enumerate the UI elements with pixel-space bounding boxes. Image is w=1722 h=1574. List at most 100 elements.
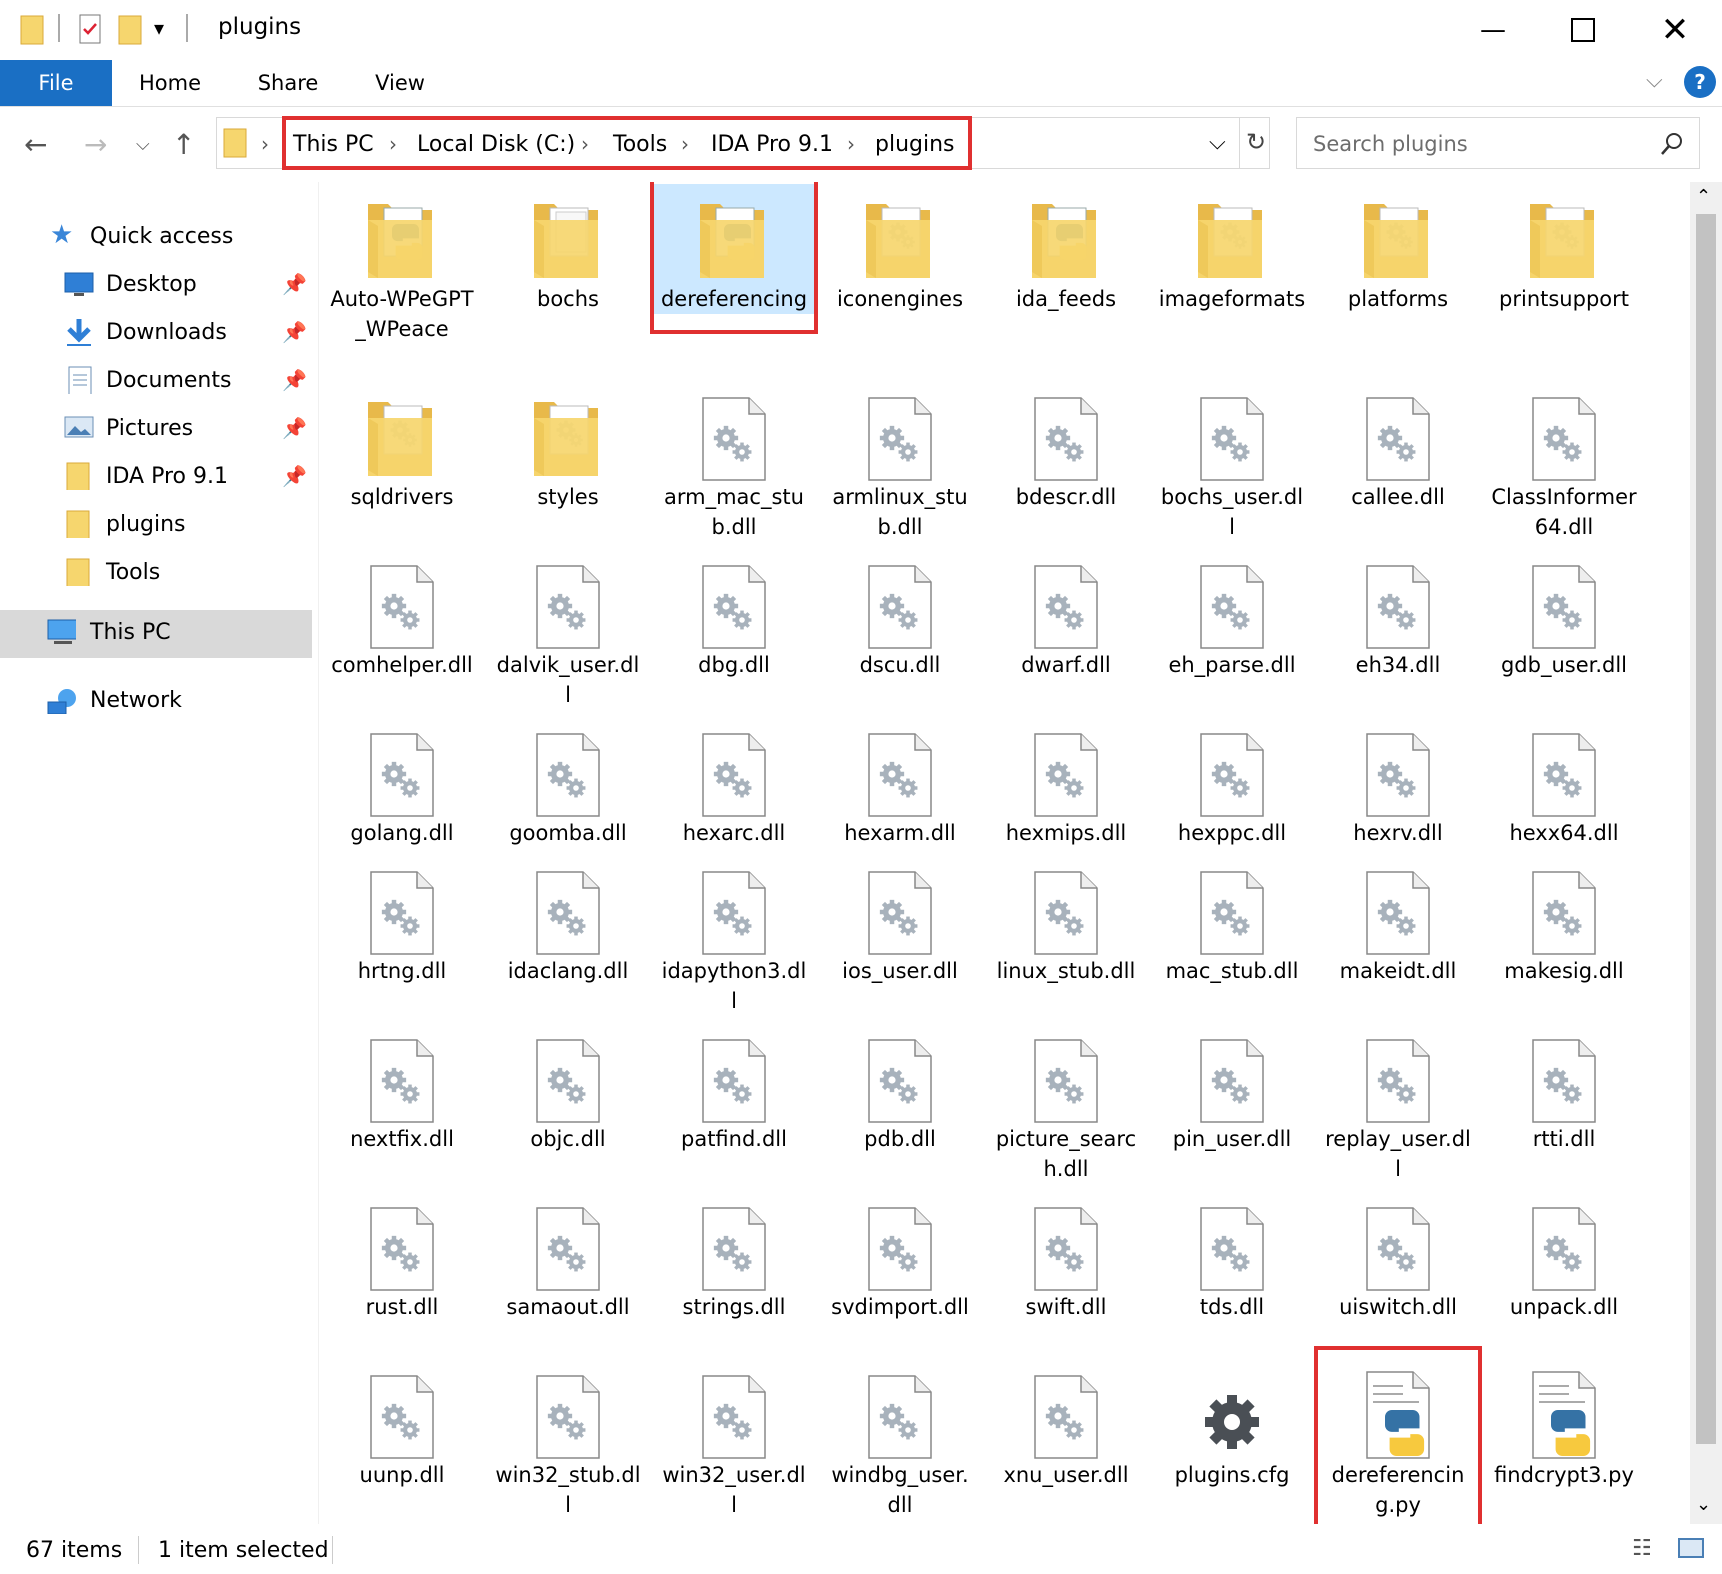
expand-ribbon-icon[interactable]: ⌵ [1646, 68, 1663, 93]
file-item[interactable]: plugins.cfg [1152, 1360, 1312, 1490]
search-box[interactable] [1296, 117, 1700, 170]
up-arrow-icon[interactable]: ↑ [172, 128, 195, 161]
large-icons-view-icon[interactable] [1678, 1538, 1704, 1558]
folder-item[interactable]: dereferencing [654, 184, 814, 314]
file-item[interactable]: linux_stub.dll [986, 856, 1146, 986]
file-item[interactable]: replay_user.dll [1318, 1024, 1478, 1184]
file-item[interactable]: dereferencing.py [1318, 1360, 1478, 1520]
folder-item[interactable]: platforms [1318, 184, 1478, 314]
scrollbar-thumb[interactable] [1696, 214, 1716, 1444]
recent-locations-icon[interactable]: ⌵ [136, 134, 150, 155]
file-item[interactable]: goomba.dll [488, 718, 648, 848]
folder-item[interactable]: ida_feeds [986, 184, 1146, 314]
scroll-down-icon[interactable]: ⌄ [1696, 1494, 1711, 1515]
file-item[interactable]: win32_user.dll [654, 1360, 814, 1520]
back-arrow-icon[interactable]: ← [24, 128, 47, 161]
close-button[interactable]: ✕ [1630, 0, 1720, 60]
file-item[interactable]: pdb.dll [820, 1024, 980, 1154]
pin-icon[interactable]: 📌 [282, 464, 307, 488]
tab-share[interactable]: Share [244, 60, 332, 106]
file-item[interactable]: dwarf.dll [986, 550, 1146, 680]
file-item[interactable]: callee.dll [1318, 382, 1478, 512]
forward-arrow-icon[interactable]: → [84, 128, 107, 161]
folder-item[interactable]: sqldrivers [322, 382, 482, 512]
folder-item[interactable]: bochs [488, 184, 648, 314]
file-item[interactable]: idapython3.dll [654, 856, 814, 1016]
file-item[interactable]: findcrypt3.py [1484, 1360, 1644, 1490]
chevron-right-icon[interactable]: › [261, 132, 269, 156]
file-item[interactable]: patfind.dll [654, 1024, 814, 1154]
file-item[interactable]: svdimport.dll [820, 1192, 980, 1322]
tab-file[interactable]: File [0, 60, 112, 106]
file-item[interactable]: dbg.dll [654, 550, 814, 680]
nav-item-desktop[interactable]: Desktop 📌 [0, 262, 312, 308]
folder-item[interactable]: Auto-WPeGPT_WPeace [322, 184, 482, 344]
pin-icon[interactable]: 📌 [282, 416, 307, 440]
search-input[interactable] [1311, 118, 1645, 170]
file-item[interactable]: eh34.dll [1318, 550, 1478, 680]
tab-view[interactable]: View [362, 60, 438, 106]
file-item[interactable]: armlinux_stub.dll [820, 382, 980, 542]
nav-quick-access[interactable]: ★ Quick access [0, 214, 312, 260]
scroll-up-icon[interactable]: ⌃ [1696, 186, 1711, 207]
pin-icon[interactable]: 📌 [282, 368, 307, 392]
folder-item[interactable]: printsupport [1484, 184, 1644, 314]
file-item[interactable]: arm_mac_stub.dll [654, 382, 814, 542]
details-view-icon[interactable]: ☷ [1632, 1536, 1652, 1561]
file-item[interactable]: hexmips.dll [986, 718, 1146, 848]
file-item[interactable]: windbg_user.dll [820, 1360, 980, 1520]
nav-item-ida-pro[interactable]: IDA Pro 9.1 📌 [0, 454, 312, 500]
file-item[interactable]: rtti.dll [1484, 1024, 1644, 1154]
customize-qat-icon[interactable]: ▾ [154, 16, 164, 40]
search-icon[interactable] [1659, 131, 1685, 157]
file-item[interactable]: makesig.dll [1484, 856, 1644, 986]
nav-item-pictures[interactable]: Pictures 📌 [0, 406, 312, 452]
maximize-button[interactable] [1538, 0, 1628, 60]
file-item[interactable]: mac_stub.dll [1152, 856, 1312, 986]
folder-item[interactable]: imageformats [1152, 184, 1312, 314]
file-item[interactable]: bochs_user.dll [1152, 382, 1312, 542]
vertical-scrollbar[interactable]: ⌃ ⌄ [1690, 182, 1722, 1524]
file-item[interactable]: makeidt.dll [1318, 856, 1478, 986]
file-item[interactable]: tds.dll [1152, 1192, 1312, 1322]
file-item[interactable]: hexarm.dll [820, 718, 980, 848]
file-item[interactable]: comhelper.dll [322, 550, 482, 680]
file-item[interactable]: uunp.dll [322, 1360, 482, 1490]
folder-item[interactable]: styles [488, 382, 648, 512]
nav-this-pc[interactable]: This PC [0, 610, 312, 658]
file-item[interactable]: xnu_user.dll [986, 1360, 1146, 1490]
file-item[interactable]: swift.dll [986, 1192, 1146, 1322]
folder-item[interactable]: iconengines [820, 184, 980, 314]
file-item[interactable]: eh_parse.dll [1152, 550, 1312, 680]
file-item[interactable]: samaout.dll [488, 1192, 648, 1322]
file-item[interactable]: rust.dll [322, 1192, 482, 1322]
pin-icon[interactable]: 📌 [282, 320, 307, 344]
nav-item-tools[interactable]: Tools [0, 550, 312, 596]
help-icon[interactable]: ? [1684, 66, 1716, 98]
tab-home[interactable]: Home [126, 60, 214, 106]
refresh-icon[interactable]: ↻ [1241, 128, 1271, 156]
file-item[interactable]: nextfix.dll [322, 1024, 482, 1154]
file-item[interactable]: uiswitch.dll [1318, 1192, 1478, 1322]
file-item[interactable]: unpack.dll [1484, 1192, 1644, 1322]
file-item[interactable]: hrtng.dll [322, 856, 482, 986]
file-item[interactable]: gdb_user.dll [1484, 550, 1644, 680]
file-item[interactable]: hexarc.dll [654, 718, 814, 848]
file-item[interactable]: hexx64.dll [1484, 718, 1644, 848]
file-item[interactable]: pin_user.dll [1152, 1024, 1312, 1154]
nav-item-plugins[interactable]: plugins [0, 502, 312, 548]
file-item[interactable]: objc.dll [488, 1024, 648, 1154]
properties-icon[interactable] [78, 12, 104, 46]
new-folder-icon[interactable] [118, 12, 144, 46]
file-item[interactable]: strings.dll [654, 1192, 814, 1322]
file-item[interactable]: golang.dll [322, 718, 482, 848]
nav-item-documents[interactable]: Documents 📌 [0, 358, 312, 404]
file-item[interactable]: picture_search.dll [986, 1024, 1146, 1184]
address-dropdown-icon[interactable]: ⌵ [1209, 130, 1226, 155]
file-item[interactable]: hexppc.dll [1152, 718, 1312, 848]
file-item[interactable]: dscu.dll [820, 550, 980, 680]
file-item[interactable]: ios_user.dll [820, 856, 980, 986]
pin-icon[interactable]: 📌 [282, 272, 307, 296]
nav-item-downloads[interactable]: Downloads 📌 [0, 310, 312, 356]
file-item[interactable]: hexrv.dll [1318, 718, 1478, 848]
